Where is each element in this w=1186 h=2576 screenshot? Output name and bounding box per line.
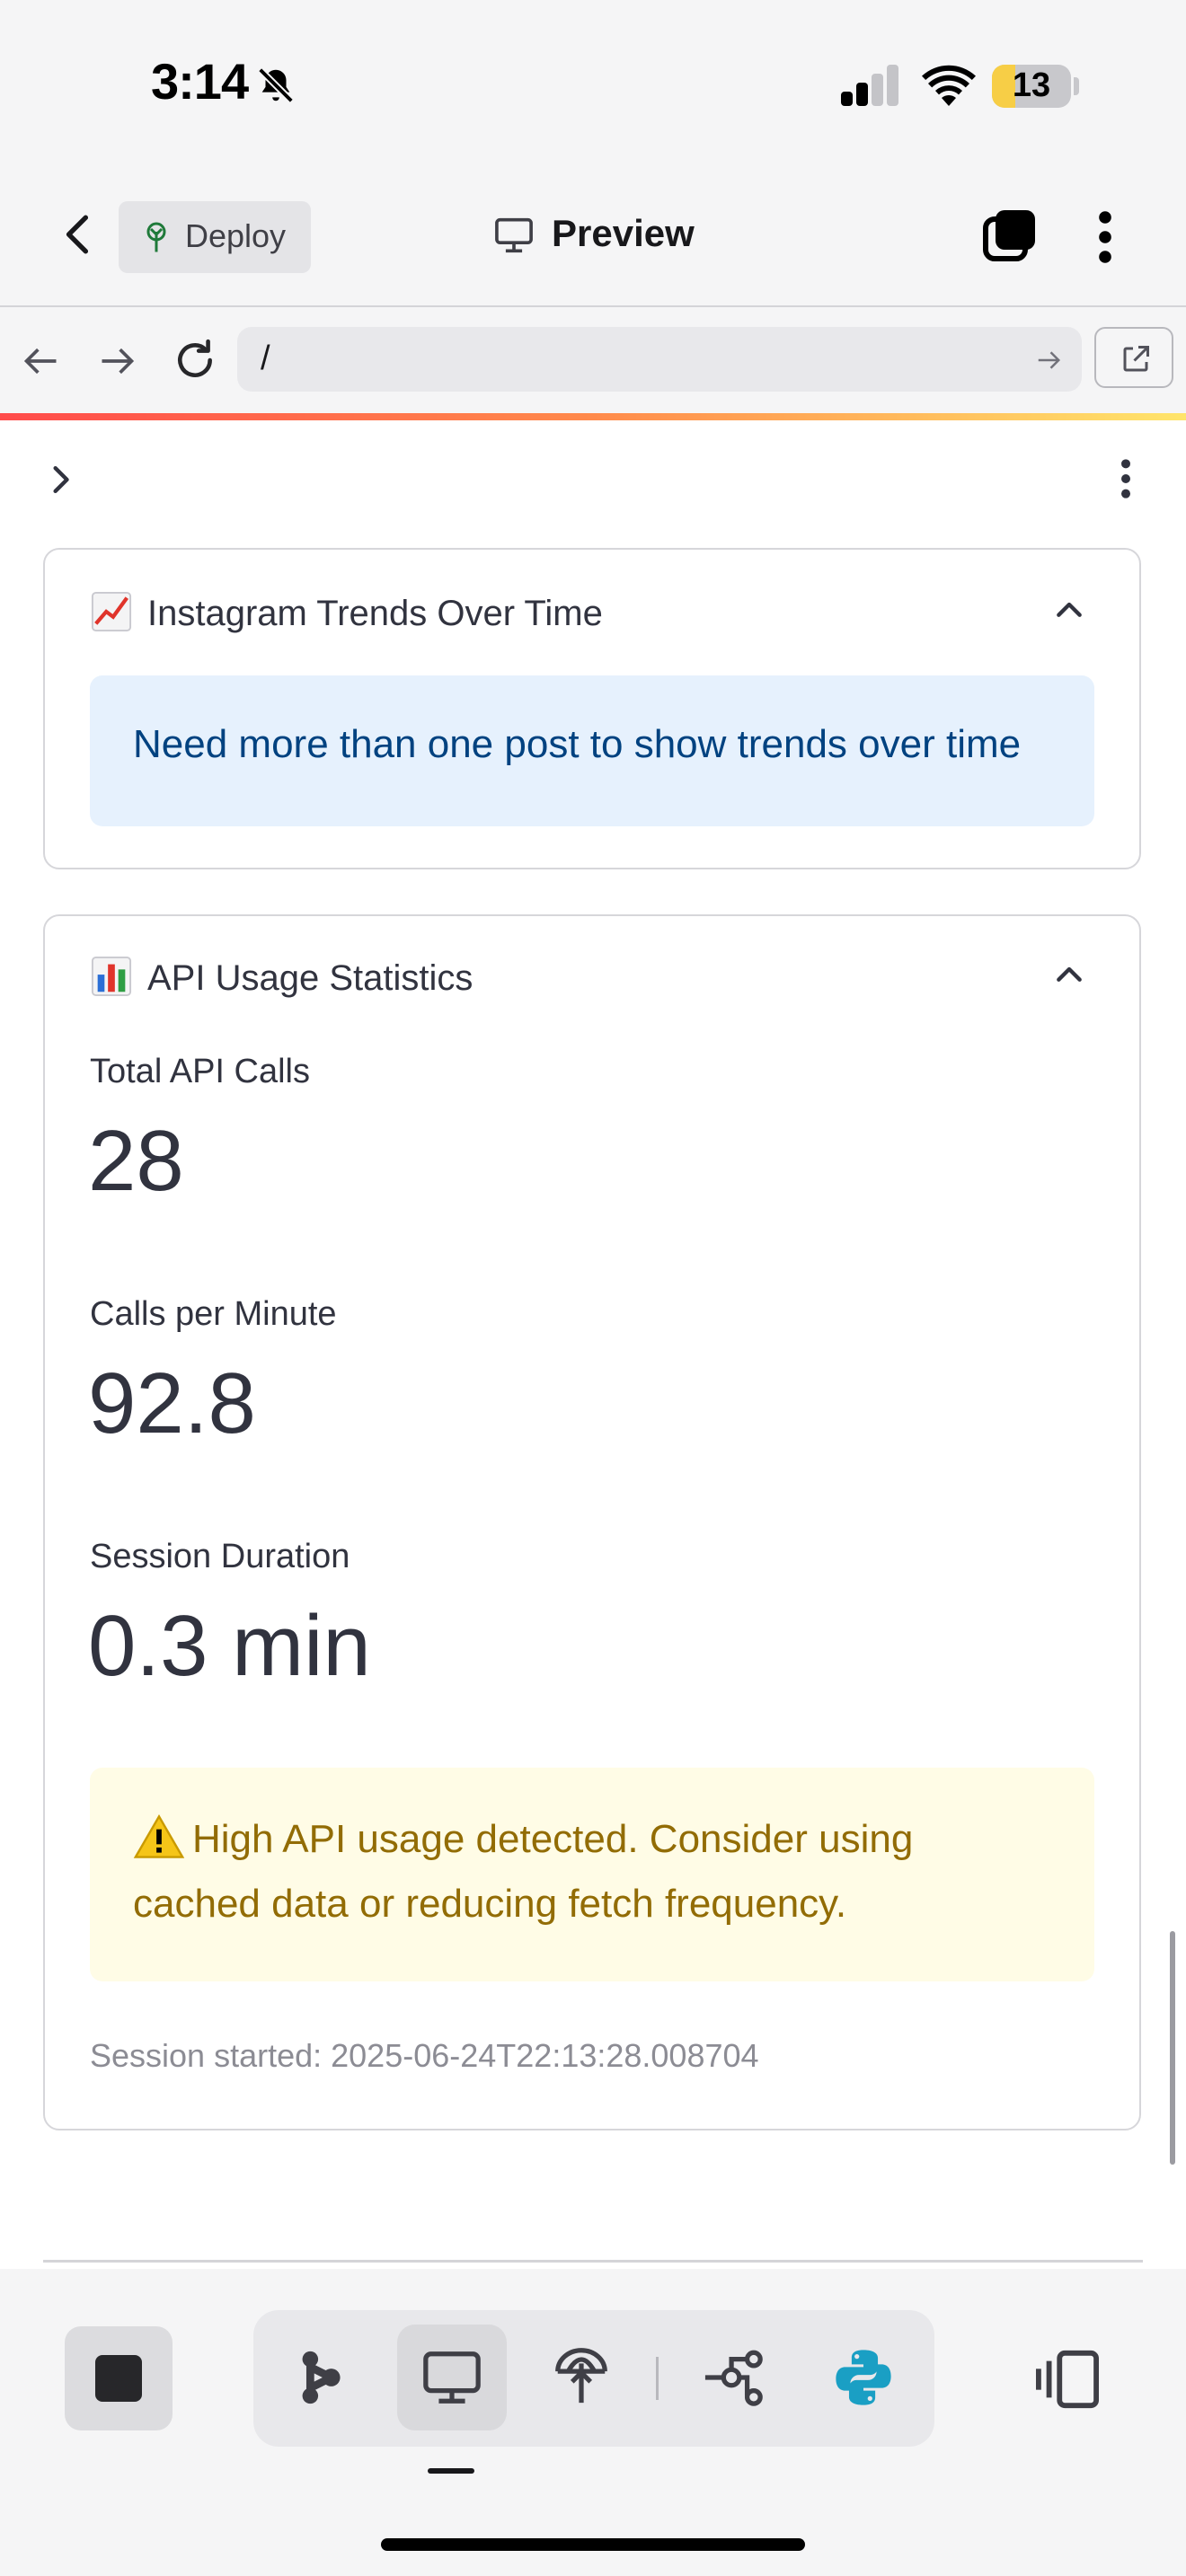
go-arrow-icon[interactable]	[1035, 347, 1062, 374]
back-chevron-icon[interactable]	[56, 212, 101, 257]
signal-icon	[841, 65, 898, 106]
open-external-button[interactable]	[1094, 327, 1173, 388]
arrow-left-icon[interactable]	[22, 341, 61, 381]
git-branch-icon[interactable]	[703, 2346, 766, 2409]
agent-icon[interactable]	[289, 2346, 352, 2409]
tabs-icon[interactable]	[983, 208, 1037, 262]
home-indicator[interactable]	[381, 2538, 805, 2551]
session-started-caption: Session started: 2025-06-24T22:13:28.008…	[90, 2037, 759, 2074]
stop-button[interactable]	[65, 2326, 173, 2430]
page-title: Preview	[552, 212, 695, 254]
monitor-icon	[495, 217, 533, 253]
metric-value-total-calls: 28	[88, 1113, 184, 1209]
metric-label-session-duration: Session Duration	[90, 1538, 350, 1575]
battery-nub	[1074, 77, 1079, 95]
metric-value-session-duration: 0.3 min	[88, 1598, 371, 1694]
app-decoration-bar	[0, 413, 1186, 420]
chevron-up-icon[interactable]	[1051, 591, 1087, 627]
status-time: 3:14	[151, 53, 249, 110]
url-value: /	[261, 340, 270, 377]
more-vertical-icon[interactable]	[1093, 210, 1118, 264]
deploy-label: Deploy	[185, 217, 287, 254]
warning-icon	[133, 1814, 185, 1858]
open-external-icon	[1123, 346, 1149, 372]
preview-icon[interactable]	[420, 2346, 483, 2409]
deploy-tree-icon	[146, 222, 166, 252]
trends-expander: Instagram Trends Over Time Need more tha…	[43, 548, 1141, 869]
wifi-icon	[922, 65, 976, 106]
layout-icon[interactable]	[1033, 2348, 1102, 2411]
metric-label-total-calls: Total API Calls	[90, 1053, 310, 1090]
content-divider	[43, 2260, 1143, 2263]
battery-icon: 13	[992, 65, 1071, 108]
api-usage-expander-header[interactable]: API Usage Statistics	[90, 956, 473, 999]
trends-title: Instagram Trends Over Time	[147, 594, 603, 633]
deploy-icon[interactable]	[550, 2342, 613, 2405]
info-message: Need more than one post to show trends o…	[133, 722, 1022, 766]
selected-tab-indicator	[428, 2468, 474, 2474]
app-menu-icon[interactable]	[1111, 456, 1141, 501]
warning-message: High API usage detected. Consider using …	[133, 1817, 914, 1926]
api-usage-expander: API Usage Statistics Total API Calls 28 …	[43, 914, 1141, 2130]
chevron-up-icon[interactable]	[1051, 956, 1087, 992]
tool-separator	[656, 2357, 659, 2400]
warning-alert: High API usage detected. Consider using …	[90, 1768, 1094, 1981]
api-usage-title: API Usage Statistics	[147, 958, 474, 998]
scrollbar[interactable]	[1170, 1931, 1175, 2165]
sidebar-expand-icon[interactable]	[47, 460, 77, 499]
reload-icon[interactable]	[173, 338, 217, 383]
deploy-button[interactable]: Deploy	[119, 201, 311, 273]
chart-increasing-icon	[91, 591, 132, 632]
metric-value-calls-per-minute: 92.8	[88, 1355, 256, 1451]
arrow-right-icon[interactable]	[97, 341, 137, 381]
stop-icon	[95, 2355, 142, 2402]
battery-level: 13	[1012, 66, 1051, 104]
metric-label-calls-per-minute: Calls per Minute	[90, 1295, 337, 1333]
trends-expander-header[interactable]: Instagram Trends Over Time	[90, 591, 603, 634]
mute-bell-icon	[258, 67, 294, 103]
url-input[interactable]: /	[237, 327, 1082, 392]
python-icon[interactable]	[832, 2346, 895, 2409]
info-alert: Need more than one post to show trends o…	[90, 675, 1094, 826]
bar-chart-icon	[91, 956, 132, 997]
